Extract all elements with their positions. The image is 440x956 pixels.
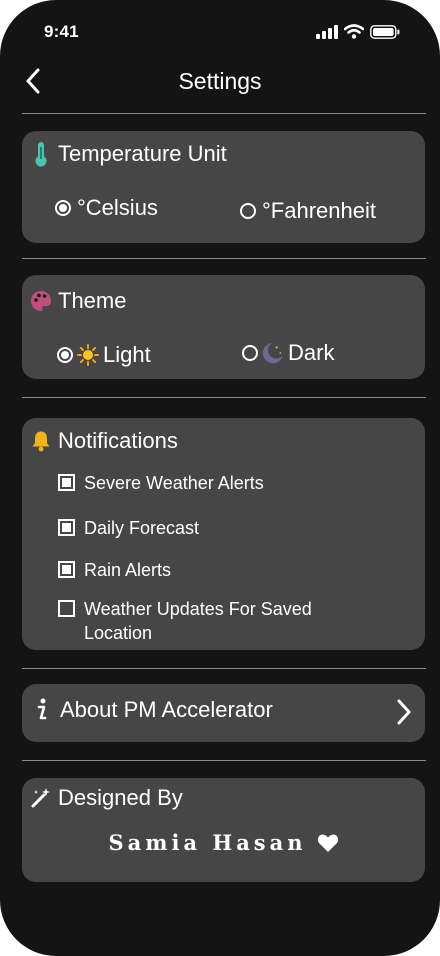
daily-forecast-option[interactable]: Daily Forecast [58, 516, 199, 540]
severe-weather-alerts-option[interactable]: Severe Weather Alerts [58, 471, 264, 495]
celsius-radio[interactable] [55, 200, 71, 216]
wifi-icon [344, 24, 364, 39]
designer-name: Samia Hasan [108, 830, 307, 855]
theme-header: Theme [30, 288, 126, 314]
status-time: 9:41 [44, 22, 79, 41]
divider [22, 258, 426, 259]
daily-forecast-checkbox[interactable] [58, 519, 75, 536]
severe-weather-alerts-label: Severe Weather Alerts [84, 473, 264, 493]
about-header: About PM Accelerator [30, 697, 273, 723]
divider [22, 113, 426, 114]
header: Settings [0, 60, 440, 104]
dark-theme-option[interactable]: Dark [242, 340, 334, 366]
moon-icon [262, 340, 284, 366]
fahrenheit-radio[interactable] [240, 203, 256, 219]
weather-updates-saved-location-label: Weather Updates For Saved Location [84, 599, 312, 643]
celsius-label: °Celsius [77, 195, 158, 220]
celsius-option[interactable]: °Celsius [55, 195, 158, 221]
weather-updates-saved-location-checkbox[interactable] [58, 600, 75, 617]
chevron-right-icon [393, 698, 415, 726]
weather-updates-saved-location-option[interactable]: Weather Updates For Saved Location [58, 597, 348, 645]
bell-icon [30, 428, 52, 454]
severe-weather-alerts-checkbox[interactable] [58, 474, 75, 491]
light-label: Light [103, 342, 151, 367]
designed-by-card: Designed By Samia Hasan [22, 778, 425, 882]
designed-by-title: Designed By [58, 785, 183, 810]
signal-icon [316, 24, 338, 39]
info-icon [30, 697, 52, 723]
notifications-header: Notifications [30, 428, 178, 454]
about-label: About PM Accelerator [60, 697, 273, 722]
thermometer-icon [30, 141, 52, 167]
light-theme-option[interactable]: Light [57, 342, 151, 368]
palette-icon [30, 288, 52, 314]
divider [22, 668, 426, 669]
temperature-unit-header: Temperature Unit [30, 141, 227, 167]
phone-frame: 9:41 Settings Temperature Unit °Celsius … [0, 0, 440, 956]
notifications-card: Notifications Severe Weather Alerts Dail… [22, 418, 425, 650]
designer-signature: Samia Hasan [22, 830, 425, 855]
rain-alerts-label: Rain Alerts [84, 560, 172, 580]
fahrenheit-label: °Fahrenheit [262, 198, 376, 223]
status-bar: 9:41 [0, 0, 440, 60]
designed-by-header: Designed By [30, 785, 183, 811]
dark-radio[interactable] [242, 345, 258, 361]
theme-title: Theme [58, 288, 127, 313]
fahrenheit-option[interactable]: °Fahrenheit [240, 198, 376, 224]
status-icons [316, 24, 400, 39]
divider [22, 397, 426, 398]
divider [22, 760, 426, 761]
about-pm-accelerator-row[interactable]: About PM Accelerator [22, 684, 425, 742]
sun-icon [77, 342, 99, 368]
heart-icon [317, 833, 338, 852]
battery-icon [370, 24, 400, 39]
dark-label: Dark [288, 340, 335, 365]
rain-alerts-checkbox[interactable] [58, 561, 75, 578]
light-radio[interactable] [57, 347, 73, 363]
magic-wand-icon [30, 785, 52, 811]
page-title: Settings [178, 68, 262, 94]
notifications-title: Notifications [58, 428, 178, 453]
temperature-unit-title: Temperature Unit [58, 141, 227, 166]
theme-card: Theme Light Dark [22, 275, 425, 379]
daily-forecast-label: Daily Forecast [84, 518, 200, 538]
rain-alerts-option[interactable]: Rain Alerts [58, 558, 171, 582]
temperature-unit-card: Temperature Unit °Celsius °Fahrenheit [22, 131, 425, 243]
